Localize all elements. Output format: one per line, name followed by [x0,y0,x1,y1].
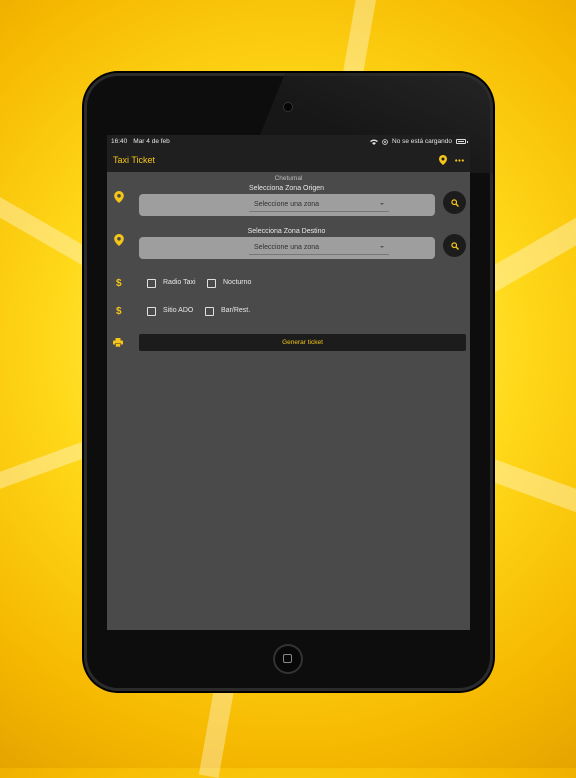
generate-ticket-button[interactable]: Generar ticket [139,334,466,351]
chevron-down-icon [380,246,384,248]
origin-zone-value: Seleccione una zona [254,201,319,208]
destination-search-button[interactable] [443,234,466,257]
bar-rest-checkbox[interactable] [205,307,214,316]
destination-pin-icon [114,234,124,246]
origin-search-button[interactable] [443,191,466,214]
location-pin-icon[interactable] [439,155,447,165]
destination-zone-value: Seleccione una zona [254,244,319,251]
app-screen: 16:40 Mar 4 de feb No se está cargando T… [107,135,470,630]
origin-section: Selecciona Zona Origen Seleccione una zo… [107,185,470,225]
options-row-1: $ Radio Taxi Nocturno [107,277,470,297]
wifi-icon [370,139,379,145]
app-title: Taxi Ticket [113,155,156,165]
sitio-ado-label: Sitio ADO [163,307,194,314]
status-date: Mar 4 de feb [133,138,170,145]
search-icon [450,198,459,207]
search-icon [450,241,459,250]
dollar-icon: $ [116,306,122,317]
origin-pin-icon [114,191,124,203]
nocturno-label: Nocturno [223,279,252,286]
options-row-2: $ Sitio ADO Bar/Rest. [107,305,470,325]
nocturno-checkbox[interactable] [207,279,216,288]
camera [284,103,292,111]
chevron-down-icon [380,203,384,205]
bar-rest-label: Bar/Rest. [221,307,251,314]
battery-icon [456,139,468,144]
destination-section: Selecciona Zona Destino Seleccione una z… [107,228,470,268]
printer-icon [113,338,123,347]
home-button[interactable] [273,644,303,674]
city-label: Chetumal [274,175,303,182]
radio-taxi-checkbox[interactable] [147,279,156,288]
home-square-icon [283,654,292,663]
status-time: 16:40 [111,138,128,145]
more-options-icon[interactable] [455,158,464,162]
origin-underline [249,211,389,212]
radio-taxi-label: Radio Taxi [163,279,196,286]
destination-underline [249,254,389,255]
sitio-ado-checkbox[interactable] [147,307,156,316]
orientation-lock-icon [382,138,388,145]
destination-zone-select[interactable]: Seleccione una zona [139,237,435,259]
status-bar: 16:40 Mar 4 de feb No se está cargando [107,135,470,148]
dollar-icon: $ [116,278,122,289]
destination-label: Selecciona Zona Destino [247,228,326,235]
app-bar: Taxi Ticket [107,148,470,172]
origin-label: Selecciona Zona Origen [248,185,325,192]
origin-zone-select[interactable]: Seleccione una zona [139,194,435,216]
charging-status: No se está cargando [392,138,452,145]
